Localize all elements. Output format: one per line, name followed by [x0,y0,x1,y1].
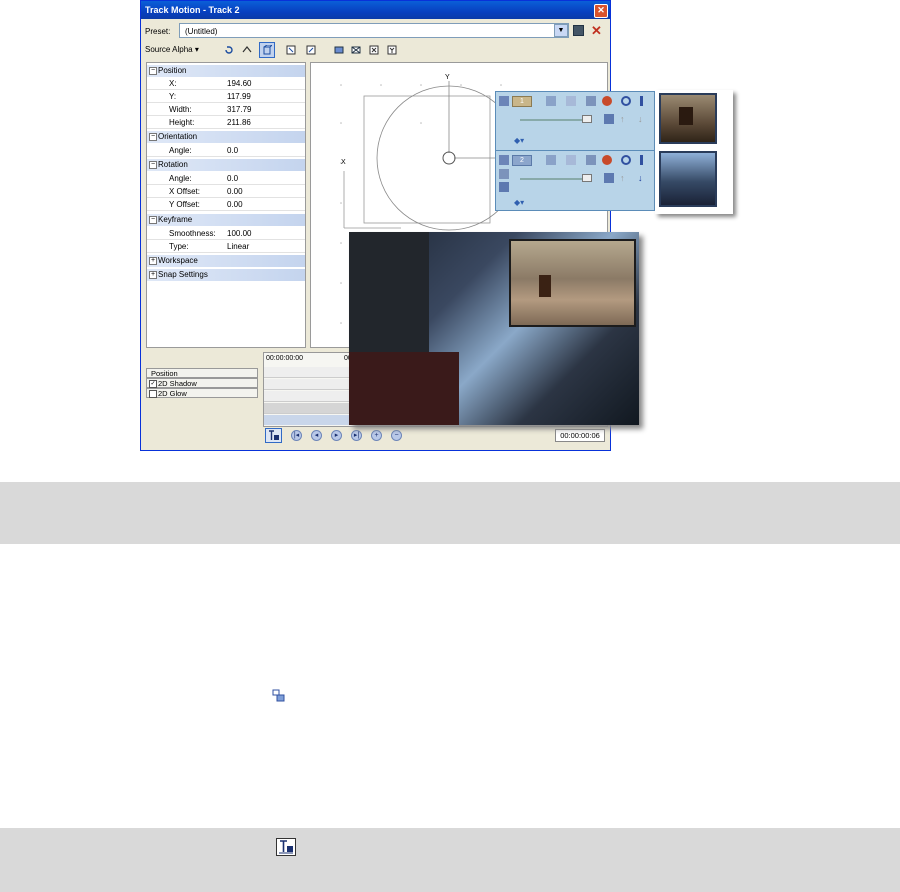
prev-keyframe-icon[interactable]: ◂ [311,430,322,441]
chevron-down-icon[interactable]: ▼ [554,24,568,37]
preset-value: (Untitled) [185,27,218,36]
undo-icon[interactable] [221,42,237,58]
axis-label-x: X [341,159,346,166]
composite-mode-icon[interactable] [604,173,614,183]
track-motion-icon [272,689,285,702]
source-alpha-dropdown[interactable]: Source Alpha ▾ [145,45,199,54]
lock-y-icon[interactable] [384,42,400,58]
move-icon[interactable] [239,42,255,58]
lock-to-envelope-icon[interactable] [265,428,282,443]
track-motion-icon[interactable] [566,155,576,165]
property-row[interactable]: Smoothness: 100.00 [147,227,305,240]
level-slider-thumb[interactable] [582,115,592,123]
level-slider[interactable] [520,178,590,180]
property-row[interactable]: Y Offset: 0.00 [147,198,305,211]
property-row[interactable]: Height: 211.86 [147,116,305,129]
track-2-thumbnail [659,151,717,207]
checkbox-checked[interactable]: ✓ [149,380,157,388]
list-item[interactable]: 2D Glow [146,388,258,398]
last-keyframe-icon[interactable]: ▸| [351,430,362,441]
category-snap-settings[interactable]: + Snap Settings [147,269,305,281]
move-down-icon[interactable]: ↓ [638,173,648,183]
property-row[interactable]: X Offset: 0.00 [147,185,305,198]
category-position[interactable]: − Position [147,65,305,77]
track-fx-icon[interactable] [602,155,612,165]
first-keyframe-icon[interactable]: |◂ [291,430,302,441]
mute-icon[interactable] [621,96,631,106]
property-grid: − Position X: 194.60 Y: 117.99 Width: 317.79… [146,62,306,348]
save-icon[interactable] [573,25,584,36]
gray-band [0,828,900,892]
solo-icon[interactable] [640,155,643,165]
track-expand-icon[interactable] [499,155,509,165]
lock-to-envelope-icon [276,838,296,856]
track-number: 1 [512,96,532,107]
title-bar[interactable]: Track Motion - Track 2 ✕ [141,1,610,19]
property-row[interactable]: Angle: 0.0 [147,172,305,185]
solo-icon[interactable] [640,96,643,106]
flip-vertical-icon[interactable] [303,42,319,58]
track-expand-icon[interactable] [499,96,509,106]
lock-x-icon[interactable] [366,42,382,58]
parent-icon[interactable] [586,96,596,106]
horse-rider-silhouette [539,275,551,297]
track-headers-overlay: 1 ↑ ↓ ◆▾ 2 ↑ ↓ ◆▾ [495,91,655,211]
gray-band [0,482,900,544]
delete-icon[interactable]: ✕ [591,23,602,39]
list-item[interactable]: ✓ 2D Shadow [146,378,258,388]
add-keyframe-icon[interactable]: + [371,430,382,441]
timecode-display: 00:00:00:06 [555,429,605,442]
next-keyframe-icon[interactable]: ▸ [331,430,342,441]
track-thumbnails [655,90,733,214]
track-header-2[interactable]: 2 ↑ ↓ ◆▾ [496,150,654,209]
move-down-icon[interactable]: ↓ [638,114,648,124]
compositor-icon[interactable] [546,155,556,165]
track-header-1[interactable]: 1 ↑ ↓ ◆▾ [496,92,654,150]
keyframe-diamond-icon[interactable]: ◆▾ [514,136,524,146]
perspective-icon[interactable] [259,42,275,58]
delete-keyframe-icon[interactable]: − [391,430,402,441]
move-up-icon[interactable]: ↑ [620,114,630,124]
axis-label-y: Y [445,74,450,81]
list-item[interactable]: Position [146,368,258,378]
preset-label: Preset: [145,27,171,36]
make-child-icon[interactable] [499,169,509,179]
compositor-icon[interactable] [546,96,556,106]
preset-dropdown[interactable]: (Untitled) [179,23,569,38]
track-number: 2 [512,155,532,166]
category-workspace[interactable]: + Workspace [147,255,305,267]
fit-canvas-icon[interactable] [331,42,347,58]
move-up-icon[interactable]: ↑ [620,173,630,183]
track-motion-icon[interactable] [566,96,576,106]
close-button[interactable]: ✕ [594,4,608,18]
category-rotation[interactable]: − Rotation [147,159,305,171]
property-row[interactable]: Type: Linear [147,240,305,253]
composite-mode-icon[interactable] [604,114,614,124]
stretch-icon[interactable] [348,42,364,58]
checkbox[interactable] [149,390,157,398]
keyframe-diamond-icon[interactable]: ◆▾ [514,198,524,208]
parent-icon[interactable] [586,155,596,165]
track-1-thumbnail [659,93,717,144]
picture-in-picture-overlay [509,239,636,327]
property-row[interactable]: X: 194.60 [147,77,305,90]
video-preview [349,232,639,425]
parked-car [349,352,459,425]
ruler-timecode: 00:00:00:00 [266,355,303,362]
property-row[interactable]: Angle: 0.0 [147,144,305,157]
property-row[interactable]: Y: 117.99 [147,90,305,103]
horse-rider-silhouette [679,107,693,125]
property-row[interactable]: Width: 317.79 [147,103,305,116]
source-alpha-label: Source Alpha [145,45,193,54]
level-slider[interactable] [520,119,590,121]
mute-icon[interactable] [621,155,631,165]
track-fx-icon[interactable] [602,96,612,106]
flip-horizontal-icon[interactable] [283,42,299,58]
composite-mode-icon[interactable] [499,182,509,192]
category-orientation[interactable]: − Orientation [147,131,305,143]
level-slider-thumb[interactable] [582,174,592,182]
category-keyframe[interactable]: − Keyframe [147,214,305,226]
window-title: Track Motion - Track 2 [145,5,240,15]
keyframe-track-list: Position ✓ 2D Shadow 2D Glow [146,352,258,450]
